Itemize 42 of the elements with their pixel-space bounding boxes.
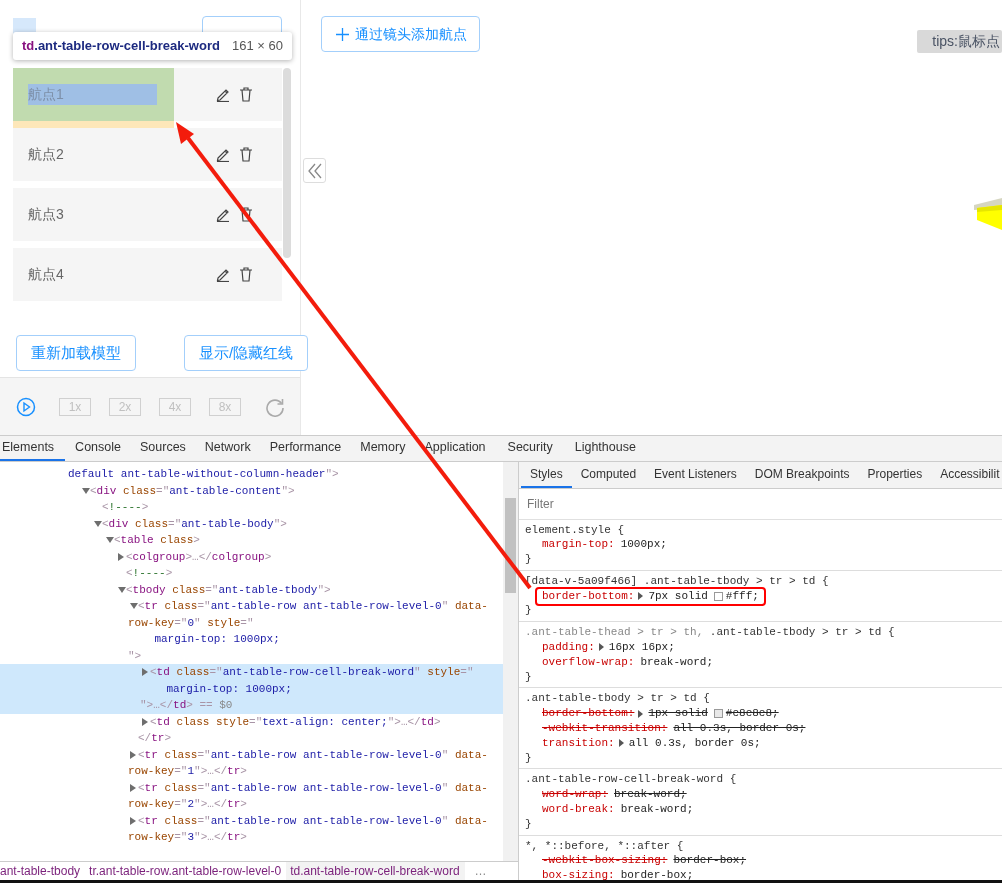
css-brace: }	[525, 750, 533, 766]
css-property: overflow-wrap:	[542, 654, 635, 670]
css-brace: }	[525, 816, 533, 832]
css-value: border-box;	[673, 853, 747, 869]
css-property: padding:	[542, 640, 595, 655]
css-property: word-wrap:	[542, 787, 608, 803]
css-value: break-word;	[620, 802, 694, 817]
css-selector: element.style {	[525, 522, 626, 538]
tooltip-selector: td.ant-table-row-cell-break-word	[22, 37, 220, 56]
css-value: 7px solid	[648, 588, 708, 604]
css-property: -webkit-box-sizing:	[542, 853, 668, 869]
css-brace: }	[525, 669, 533, 685]
css-selector: .ant-table-thead > tr > th, .ant-table-tbody > tr > td {	[525, 625, 896, 641]
css-value: #e8e8e8;	[725, 706, 779, 722]
css-property: -webkit-transition:	[542, 721, 668, 736]
waypoint-name: 航点4	[28, 265, 64, 284]
css-value: 16px 16px;	[608, 640, 675, 655]
waypoint-name: 航点1	[28, 84, 157, 105]
css-selector: [data-v-5a09f466] .ant-table-tbody > tr > td {	[525, 573, 830, 589]
css-brace: }	[525, 603, 533, 619]
tip-label: tips:鼠标点	[917, 30, 1002, 53]
css-property: word-break:	[542, 802, 615, 817]
css-property: margin-top:	[542, 537, 615, 553]
css-value: break-word;	[614, 787, 687, 803]
waypoint-name: 航点2	[28, 145, 64, 164]
css-property: box-sizing:	[542, 868, 615, 880]
css-value: all 0.3s, border 0s;	[628, 735, 761, 751]
waypoint-name: 航点3	[28, 205, 64, 224]
css-brace: }	[525, 552, 533, 567]
css-selector: *, *::before, *::after {	[525, 838, 685, 854]
css-property: border-bottom:	[542, 706, 635, 722]
css-selector: .ant-table-row-cell-break-word {	[525, 772, 738, 788]
css-value: all 0.3s, border 0s;	[673, 721, 806, 736]
css-value: break-word;	[640, 654, 714, 670]
css-property: border-bottom:	[542, 588, 635, 604]
tooltip-size: 161 × 60	[232, 37, 283, 56]
css-property: transition:	[542, 735, 615, 751]
css-value: #fff;	[725, 588, 759, 604]
css-value: 1000px;	[620, 537, 667, 553]
css-value: 1px solid	[648, 706, 708, 722]
css-value: border-box;	[620, 868, 694, 880]
css-selector: .ant-table-tbody > tr > td {	[525, 691, 711, 707]
